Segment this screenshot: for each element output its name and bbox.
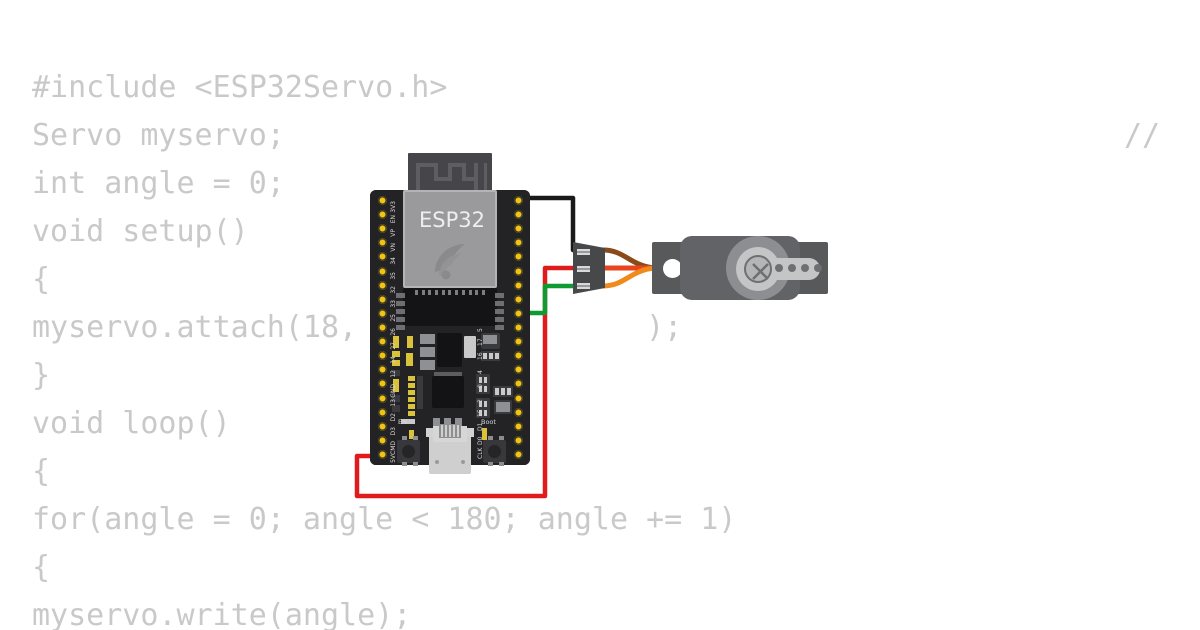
pin-gnd-left[interactable]: GND	[377, 379, 397, 398]
pin-d1[interactable]: D1	[477, 421, 523, 431]
pin-18[interactable]: 18	[477, 308, 523, 318]
circuit-simulator-canvas: #include <ESP32Servo.h> Servo myservo; i…	[0, 0, 1200, 630]
horn-hole	[775, 264, 783, 272]
pin-33[interactable]: 33	[377, 294, 397, 307]
signal-wire	[520, 283, 580, 316]
pin-3v3[interactable]: 3V3	[377, 196, 397, 213]
horn-hole	[801, 264, 809, 272]
pin-d0[interactable]: D0	[477, 435, 523, 445]
connector-contact-signal	[577, 283, 590, 289]
gnd-wire	[520, 195, 580, 253]
pin-4[interactable]: 4	[477, 365, 523, 375]
servo-body	[680, 236, 822, 300]
pin-19[interactable]: 19	[477, 294, 523, 304]
servo-connector[interactable]	[573, 242, 605, 294]
pin-23[interactable]: 23	[477, 210, 523, 220]
pin-25[interactable]: 25	[377, 308, 397, 322]
pin-header-left: 3V3 EN VP VN 34 35 32 33 25 26 27 14 12 …	[371, 194, 397, 463]
pin-34[interactable]: 34	[377, 252, 397, 265]
pin-13[interactable]: 13	[377, 393, 397, 406]
connector-contact-power	[577, 266, 590, 272]
lead-brown	[600, 247, 658, 271]
pin-gnd-right-top[interactable]: GND	[477, 191, 523, 205]
pin-clk[interactable]: CLK	[477, 448, 523, 459]
pin-d2[interactable]: D2	[377, 407, 397, 421]
servo-horn-screw-icon	[744, 255, 772, 283]
pin-5[interactable]: 5	[477, 322, 523, 332]
rf-shield: ESP32	[403, 190, 497, 288]
pin-vp[interactable]: VP	[377, 224, 397, 237]
pin-26[interactable]: 26	[377, 322, 397, 336]
module-label: ESP32	[419, 208, 485, 232]
pin-21[interactable]: 21	[477, 266, 523, 276]
horn-hole	[814, 264, 822, 272]
esp32-devkit-board[interactable]: ESP32 EN Boot 3V3 EN VP VN 34 35 32 33 2…	[370, 153, 530, 474]
pin-cmd[interactable]: CMD	[377, 435, 397, 455]
pin-17[interactable]: 17	[477, 337, 523, 347]
connector-contact-gnd	[577, 249, 590, 255]
pin-gnd-right[interactable]: GND	[477, 276, 523, 290]
wiring-layer	[354, 195, 658, 499]
pin-0[interactable]: 0	[477, 379, 523, 389]
pin-12[interactable]: 12	[377, 365, 397, 378]
esp32-wroom-module: ESP32	[396, 153, 504, 331]
module-side-pads	[495, 293, 504, 330]
pin-14[interactable]: 14	[377, 351, 397, 364]
pin-2[interactable]: 2	[477, 393, 523, 403]
lead-orange	[600, 265, 658, 289]
wifi-logo-icon	[435, 244, 465, 280]
pin-32[interactable]: 32	[377, 280, 397, 293]
pin-27[interactable]: 27	[377, 337, 397, 350]
horn-hole	[788, 264, 796, 272]
pin-rx[interactable]: RX	[477, 252, 523, 262]
pin-header-right: GND 23 22 TX RX 21 GND 19 18 5 17 16 4 0…	[477, 191, 529, 461]
pin-15[interactable]: 15	[477, 407, 523, 417]
servo-motor[interactable]	[652, 236, 828, 300]
usb-port	[439, 424, 461, 438]
pin-22[interactable]: 22	[477, 224, 523, 234]
pin-d3[interactable]: D3	[377, 421, 397, 435]
pin-5v[interactable]: 5V	[377, 449, 397, 463]
pin-35[interactable]: 35	[377, 266, 397, 279]
micro-usb-connector[interactable]	[426, 424, 474, 474]
module-side-pads	[396, 293, 405, 330]
pin-tx[interactable]: TX	[477, 238, 523, 248]
pin-16[interactable]: 16	[477, 351, 523, 361]
module-bottom-pads	[415, 290, 485, 295]
pin-vn[interactable]: VN	[377, 238, 397, 252]
pin-en[interactable]: EN	[377, 210, 397, 223]
